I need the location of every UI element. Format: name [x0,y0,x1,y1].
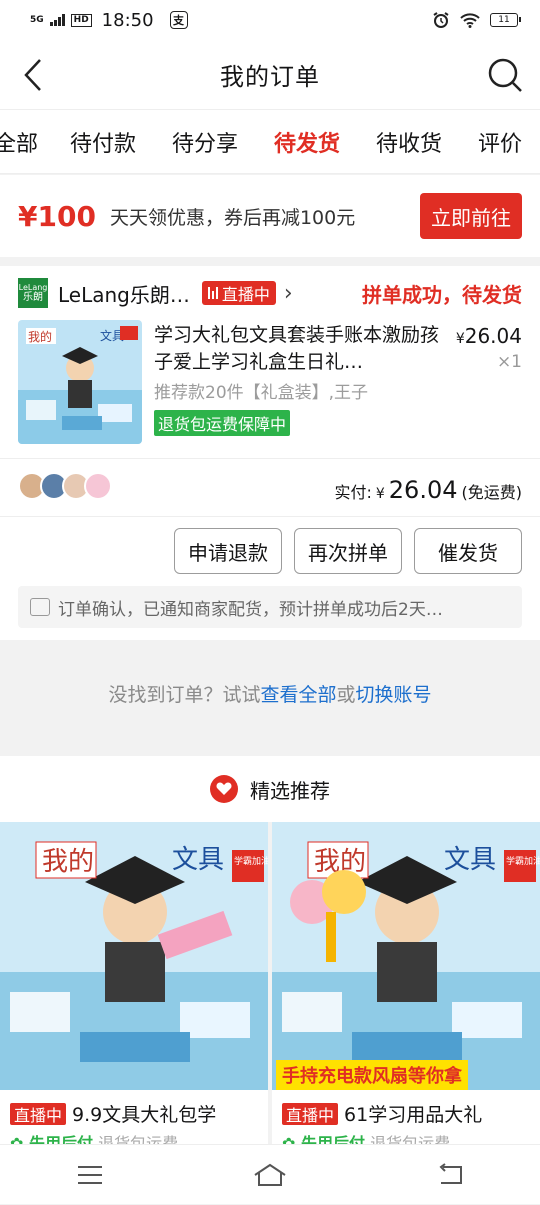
product-image: 我的 文具 学霸加油 [0,822,268,1090]
live-label: 直播中 [221,285,270,304]
view-all-link[interactable]: 查看全部 [260,684,336,706]
img-text-2: 文具 [172,845,224,875]
home-icon[interactable] [200,1145,340,1205]
promo-text: 天天领优惠，券后再减100元 [109,206,356,229]
recommend-card[interactable]: 我的 文具 学霸加油 直播中 9.9文具大礼包学 ✿ 先用后付 退货包运费 [0,822,268,1153]
alipay-notification-icon: 支 [169,11,188,29]
card-title-text: 9.9文具大礼包学 [72,1104,217,1126]
product-spec: 推荐款20件【礼盒装】,王子 [154,383,369,403]
shop-logo-bottom: 乐朗 [23,292,43,303]
navigation-bar: 我的订单 [0,40,540,110]
promo-banner-text: 手持充电款风扇等你拿 [276,1060,468,1090]
hd-icon: HD [70,13,92,27]
img-text-1: 我的 [42,847,94,877]
paid-value: 26.04 [388,476,458,504]
chevron-right-icon: › [283,280,293,306]
card-title: 直播中 9.9文具大礼包学 [10,1100,216,1127]
system-navigation-bar [0,1144,540,1204]
notice-text: 订单确认，已通知商家配货，预计拼单成功后2天… [58,599,443,620]
back-icon[interactable] [380,1145,520,1205]
product-title[interactable]: 学习大礼包文具套装手账本激励孩子爱上学习礼盒生日礼… [154,322,440,376]
order-tabs: 全部 待付款 待分享 待发货 待收货 评价 [0,110,540,178]
promo-amount: ¥100 [18,199,96,233]
product-image: 我的 文具 学霸加油 [272,822,540,1090]
alarm-icon [433,12,449,28]
shop-logo: LeLang 乐朗 [18,278,48,308]
search-icon[interactable] [486,56,524,94]
shipping-fee: (免运费) [461,483,523,502]
promo-go-button[interactable]: 立即前往 [420,193,522,239]
not-found-prefix: 没找到订单？试试 [108,684,261,706]
paid-amount: 实付: ¥ 26.04 (免运费) [334,476,522,504]
wifi-icon [460,13,480,28]
battery-icon: 11 [490,13,521,27]
urge-shipment-button[interactable]: 催发货 [414,528,522,574]
coupon-promo-bar: ¥100 天天领优惠，券后再减100元 立即前往 [0,175,540,257]
shop-name[interactable]: LeLang乐朗… [58,279,190,308]
price-symbol: ¥ [455,331,465,347]
img-badge: 学霸加油 [506,855,540,867]
return-shipping-guarantee-badge: 退货包运费保障中 [154,410,291,436]
apply-refund-button[interactable]: 申请退款 [174,528,282,574]
truck-icon [30,598,50,616]
divider [0,458,540,459]
product-price: ¥26.04 [456,324,522,348]
card-title-text: 61学习用品大礼 [344,1104,483,1126]
order-card: LeLang 乐朗 LeLang乐朗… 直播中 › 拼单成功，待发货 我的 文具… [0,266,540,640]
clock: 18:50 [101,9,154,31]
recommend-header: 精选推荐 [0,756,540,822]
network-type: 5G [30,14,44,25]
tab-pending-share[interactable]: 待分享 [172,126,238,158]
back-arrow-icon[interactable] [18,56,54,94]
live-tag: 直播中 [10,1102,67,1125]
product-thumbnail[interactable]: 我的 文具 [18,320,142,444]
recommend-title: 精选推荐 [250,778,330,803]
divider [0,516,540,517]
not-found-hint: 没找到订单？试试查看全部或切换账号 [0,680,540,707]
not-found-mid: 或 [336,684,356,706]
order-notice[interactable]: 订单确认，已通知商家配货，预计拼单成功后2天… [18,586,522,628]
recommend-card[interactable]: 我的 文具 学霸加油 手持充电款风扇等你拿 直播中 61学习用品大礼 ✿ 先用后… [272,822,540,1153]
paid-symbol: ¥ [375,486,385,502]
signal-icon [49,14,65,26]
order-status: 拼单成功，待发货 [362,282,522,307]
live-bars-icon [207,287,218,299]
heart-icon [210,775,238,803]
svg-text:我的: 我的 [28,329,52,344]
tab-all[interactable]: 全部 [0,126,38,158]
order-actions: 申请退款 再次拼单 催发货 [174,528,522,574]
card-title: 直播中 61学习用品大礼 [282,1100,482,1127]
page-title: 我的订单 [220,63,320,91]
product-quantity: ×1 [496,352,522,372]
tab-pending-shipment[interactable]: 待发货 [274,126,340,178]
live-badge: 直播中 [201,281,276,305]
img-badge: 学霸加油 [234,855,268,867]
paid-label: 实付: [334,483,372,502]
switch-account-link[interactable]: 切换账号 [356,684,432,706]
shop-row[interactable]: LeLang 乐朗 LeLang乐朗… 直播中 › 拼单成功，待发货 [18,278,522,308]
tab-review[interactable]: 评价 [478,126,522,158]
group-member-avatars[interactable] [18,472,112,500]
status-bar: 5G HD 18:50 支 11 [0,0,540,40]
tab-pending-receipt[interactable]: 待收货 [376,126,442,158]
live-tag: 直播中 [282,1102,339,1125]
img-text-2: 文具 [444,845,496,875]
reorder-button[interactable]: 再次拼单 [294,528,402,574]
tab-pending-payment[interactable]: 待付款 [70,126,136,158]
menu-icon[interactable] [20,1145,160,1205]
price-value: 26.04 [464,324,522,348]
avatar [84,472,112,500]
